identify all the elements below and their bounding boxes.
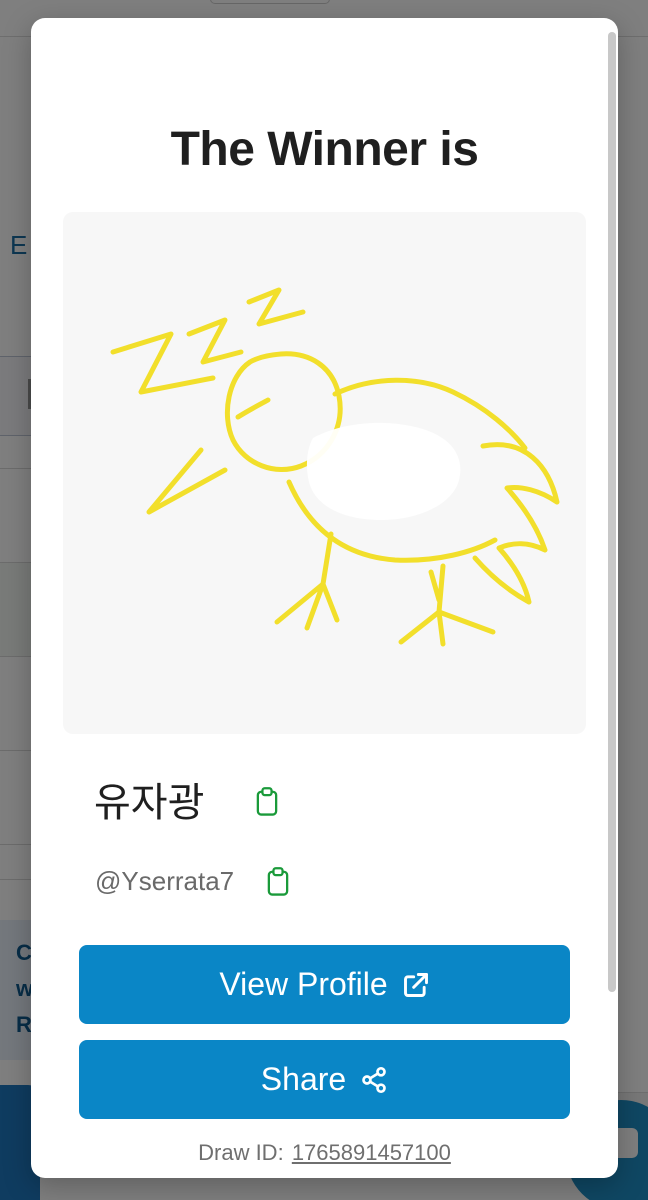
share-icon xyxy=(360,1066,388,1094)
bird-drawing-icon xyxy=(110,287,560,647)
copy-handle-clipboard-icon[interactable] xyxy=(264,866,292,898)
winner-modal: The Winner is 유자광 @Yserrata7 View Profil… xyxy=(31,18,618,1178)
winner-handle: @Yserrata7 xyxy=(95,866,235,896)
modal-title: The Winner is xyxy=(170,123,479,176)
winner-name: 유자광 xyxy=(94,780,205,826)
view-profile-label: View Profile xyxy=(219,966,388,1002)
copy-name-clipboard-icon[interactable] xyxy=(253,786,281,818)
view-profile-button[interactable]: View Profile xyxy=(79,945,570,1024)
external-link-icon xyxy=(402,971,430,999)
draw-id-link[interactable]: 1765891457100 xyxy=(292,1140,451,1165)
share-label: Share xyxy=(260,1061,347,1097)
winner-drawing xyxy=(63,212,586,734)
draw-id-label: Draw ID: xyxy=(198,1140,284,1165)
share-button[interactable]: Share xyxy=(79,1040,570,1119)
draw-id-text: Draw ID: 1765891457100 xyxy=(31,1140,618,1166)
